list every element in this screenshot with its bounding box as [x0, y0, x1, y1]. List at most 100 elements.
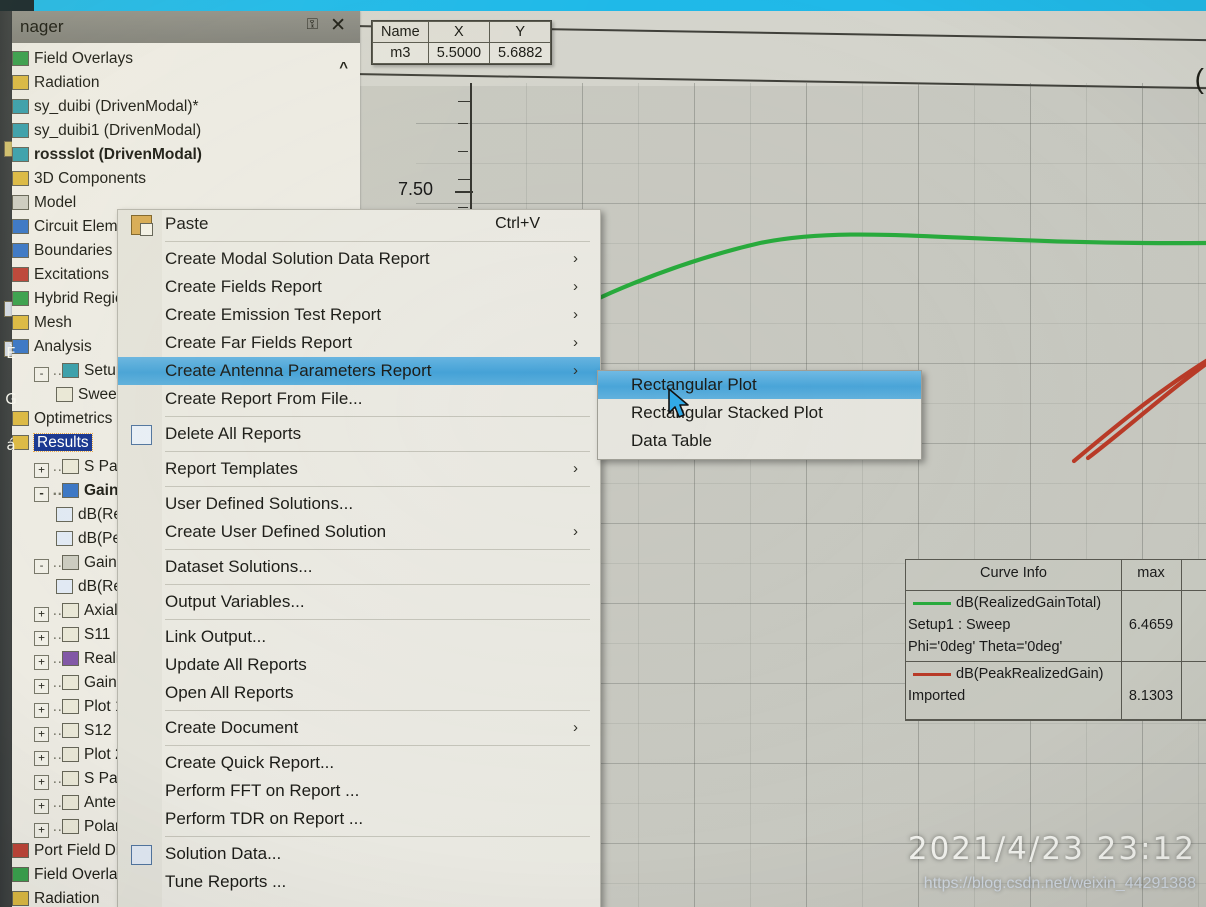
menu-item-perform-tdr-on-report[interactable]: Perform TDR on Report ... [118, 805, 600, 833]
menu-item-label: Create Document [165, 718, 299, 737]
delete-reports-icon [131, 425, 152, 445]
tree-expander[interactable]: + [34, 799, 49, 814]
sweep-icon [56, 387, 73, 402]
photo-timestamp: 2021/4/23 23:12 [907, 831, 1196, 867]
marker-y: 5.6882 [489, 42, 552, 64]
submenu-item-data-table[interactable]: Data Table [598, 427, 921, 455]
menu-item-create-far-fields-report[interactable]: Create Far Fields Report › [118, 329, 600, 357]
menu-item-label: Open All Reports [165, 683, 294, 702]
close-icon[interactable]: ✕ [330, 14, 346, 37]
tree-expander[interactable]: + [34, 727, 49, 742]
menu-item-paste[interactable]: Paste Ctrl+V [118, 210, 600, 238]
tree-expander[interactable]: + [34, 775, 49, 790]
menu-item-create-document[interactable]: Create Document › [118, 714, 600, 742]
tree-item-label: 3D Components [34, 170, 147, 187]
tree-item-rossslot-drivenmodal[interactable]: rossslot (DrivenModal) [12, 143, 360, 167]
tree-expander[interactable]: + [34, 679, 49, 694]
tree-item-label: Field Overlays [34, 50, 134, 67]
tree-expander[interactable]: - [34, 487, 49, 502]
menu-item-dataset-solutions[interactable]: Dataset Solutions... [118, 553, 600, 581]
tree-item-radiation[interactable]: Radiation [12, 71, 360, 95]
tree-item-3d-components[interactable]: 3D Components [12, 167, 360, 191]
tree-expander[interactable]: + [34, 463, 49, 478]
tree-item-label: dB(Pe [78, 530, 122, 547]
tree-item-label: Swee [78, 386, 117, 403]
submenu-items[interactable]: Rectangular Plot Rectangular Stacked Plot… [598, 371, 921, 455]
tree-expander[interactable]: - [34, 559, 49, 574]
menu-item-label: Output Variables... [165, 592, 305, 611]
tree-item-label: sy_duibi (DrivenModal)* [34, 98, 199, 115]
menu-separator [165, 416, 590, 417]
menu-item-report-templates[interactable]: Report Templates › [118, 455, 600, 483]
tree-expander[interactable]: + [34, 751, 49, 766]
legend-title: Curve Info [980, 565, 1047, 581]
menu-item-create-antenna-parameters-report[interactable]: Create Antenna Parameters Report › [118, 357, 600, 385]
tree-expander[interactable]: + [34, 655, 49, 670]
menu-item-link-output[interactable]: Link Output... [118, 623, 600, 651]
menu-item-create-report-from-file[interactable]: Create Report From File... [118, 385, 600, 413]
submenu-item-rectangular-plot[interactable]: Rectangular Plot [598, 371, 921, 399]
tree-expander[interactable]: - [34, 367, 49, 382]
tree-expander[interactable]: + [34, 631, 49, 646]
tree-connector: … [52, 458, 68, 475]
menu-item-shortcut: Ctrl+V [495, 215, 540, 232]
tree-item-label: Radiation [34, 890, 100, 907]
menu-item-user-defined-solutions[interactable]: User Defined Solutions... [118, 490, 600, 518]
tree-connector: … [52, 362, 68, 379]
tree-expander[interactable]: + [34, 607, 49, 622]
plot-icon [62, 819, 79, 834]
watermark-url: https://blog.csdn.net/weixin_44291388 [923, 875, 1196, 892]
menu-item-perform-fft-on-report[interactable]: Perform FFT on Report ... [118, 777, 600, 805]
menu-item-label: Create Report From File... [165, 389, 363, 408]
tree-item-label: Boundaries [34, 242, 113, 259]
menu-item-delete-all-reports[interactable]: Delete All Reports [118, 420, 600, 448]
tree-item-sy-duibi1-drivenmodal[interactable]: sy_duibi1 (DrivenModal) [12, 119, 360, 143]
menu-item-open-all-reports[interactable]: Open All Reports [118, 679, 600, 707]
menu-item-create-quick-report[interactable]: Create Quick Report... [118, 749, 600, 777]
menu-separator [165, 745, 590, 746]
tree-expander[interactable]: + [34, 823, 49, 838]
menu-item-create-modal-solution-data-report[interactable]: Create Modal Solution Data Report › [118, 245, 600, 273]
menu-item-update-all-reports[interactable]: Update All Reports [118, 651, 600, 679]
circuit-icon [12, 219, 29, 234]
menu-item-create-fields-report[interactable]: Create Fields Report › [118, 273, 600, 301]
tree-item-field-overlays[interactable]: Field Overlays [12, 47, 360, 71]
plot-icon [62, 699, 79, 714]
legend-header: Curve Info max [906, 560, 1206, 591]
design-icon [12, 99, 29, 114]
panel-titlebar[interactable]: nager ⚿ ✕ [12, 11, 360, 43]
tree-item-sy-duibi-drivenmodal[interactable]: sy_duibi (DrivenModal)* [12, 95, 360, 119]
gain-plot-icon [62, 483, 79, 498]
menu-item-create-emission-test-report[interactable]: Create Emission Test Report › [118, 301, 600, 329]
mesh-icon [12, 315, 29, 330]
menu-item-output-variables[interactable]: Output Variables... [118, 588, 600, 616]
pin-icon[interactable]: ⚿ [307, 16, 318, 33]
design-icon [12, 123, 29, 138]
tree-expander[interactable]: + [34, 703, 49, 718]
legend-max-value: 6.4659 [1128, 617, 1174, 633]
components-icon [12, 171, 29, 186]
menu-item-tune-reports[interactable]: Tune Reports ... [118, 868, 600, 896]
chevron-right-icon: › [573, 334, 578, 351]
create-antenna-parameters-report-submenu[interactable]: Rectangular Plot Rectangular Stacked Plot… [597, 370, 922, 460]
realized-gain-icon [62, 651, 79, 666]
marker-table-header-row: Name X Y [372, 21, 552, 43]
model-icon [12, 195, 29, 210]
curve-info-legend[interactable]: Curve Info max dB(RealizedGainTotal) Set… [905, 559, 1206, 721]
marker-table[interactable]: Name X Y m3 5.5000 5.6882 [371, 20, 553, 65]
paste-icon [131, 215, 153, 236]
marker-col-y: Y [489, 21, 552, 43]
legend-trace-setup: Setup1 : Sweep [908, 617, 1011, 633]
menu-item-label: Dataset Solutions... [165, 557, 313, 576]
submenu-item-rectangular-stacked-plot[interactable]: Rectangular Stacked Plot [598, 399, 921, 427]
menu-item-label: Report Templates [165, 459, 298, 478]
menu-item-create-user-defined-solution[interactable]: Create User Defined Solution › [118, 518, 600, 546]
menu-item-solution-data[interactable]: Solution Data... [118, 840, 600, 868]
tree-connector: … [52, 554, 68, 571]
tree-item-label: Radiation [34, 74, 100, 91]
plot-icon [62, 627, 79, 642]
chevron-right-icon: › [573, 719, 578, 736]
context-menu[interactable]: Paste Ctrl+V Create Modal Solution Data Re… [117, 209, 601, 907]
polar-plot-icon [62, 555, 79, 570]
context-menu-items[interactable]: Paste Ctrl+V Create Modal Solution Data Re… [118, 210, 600, 896]
